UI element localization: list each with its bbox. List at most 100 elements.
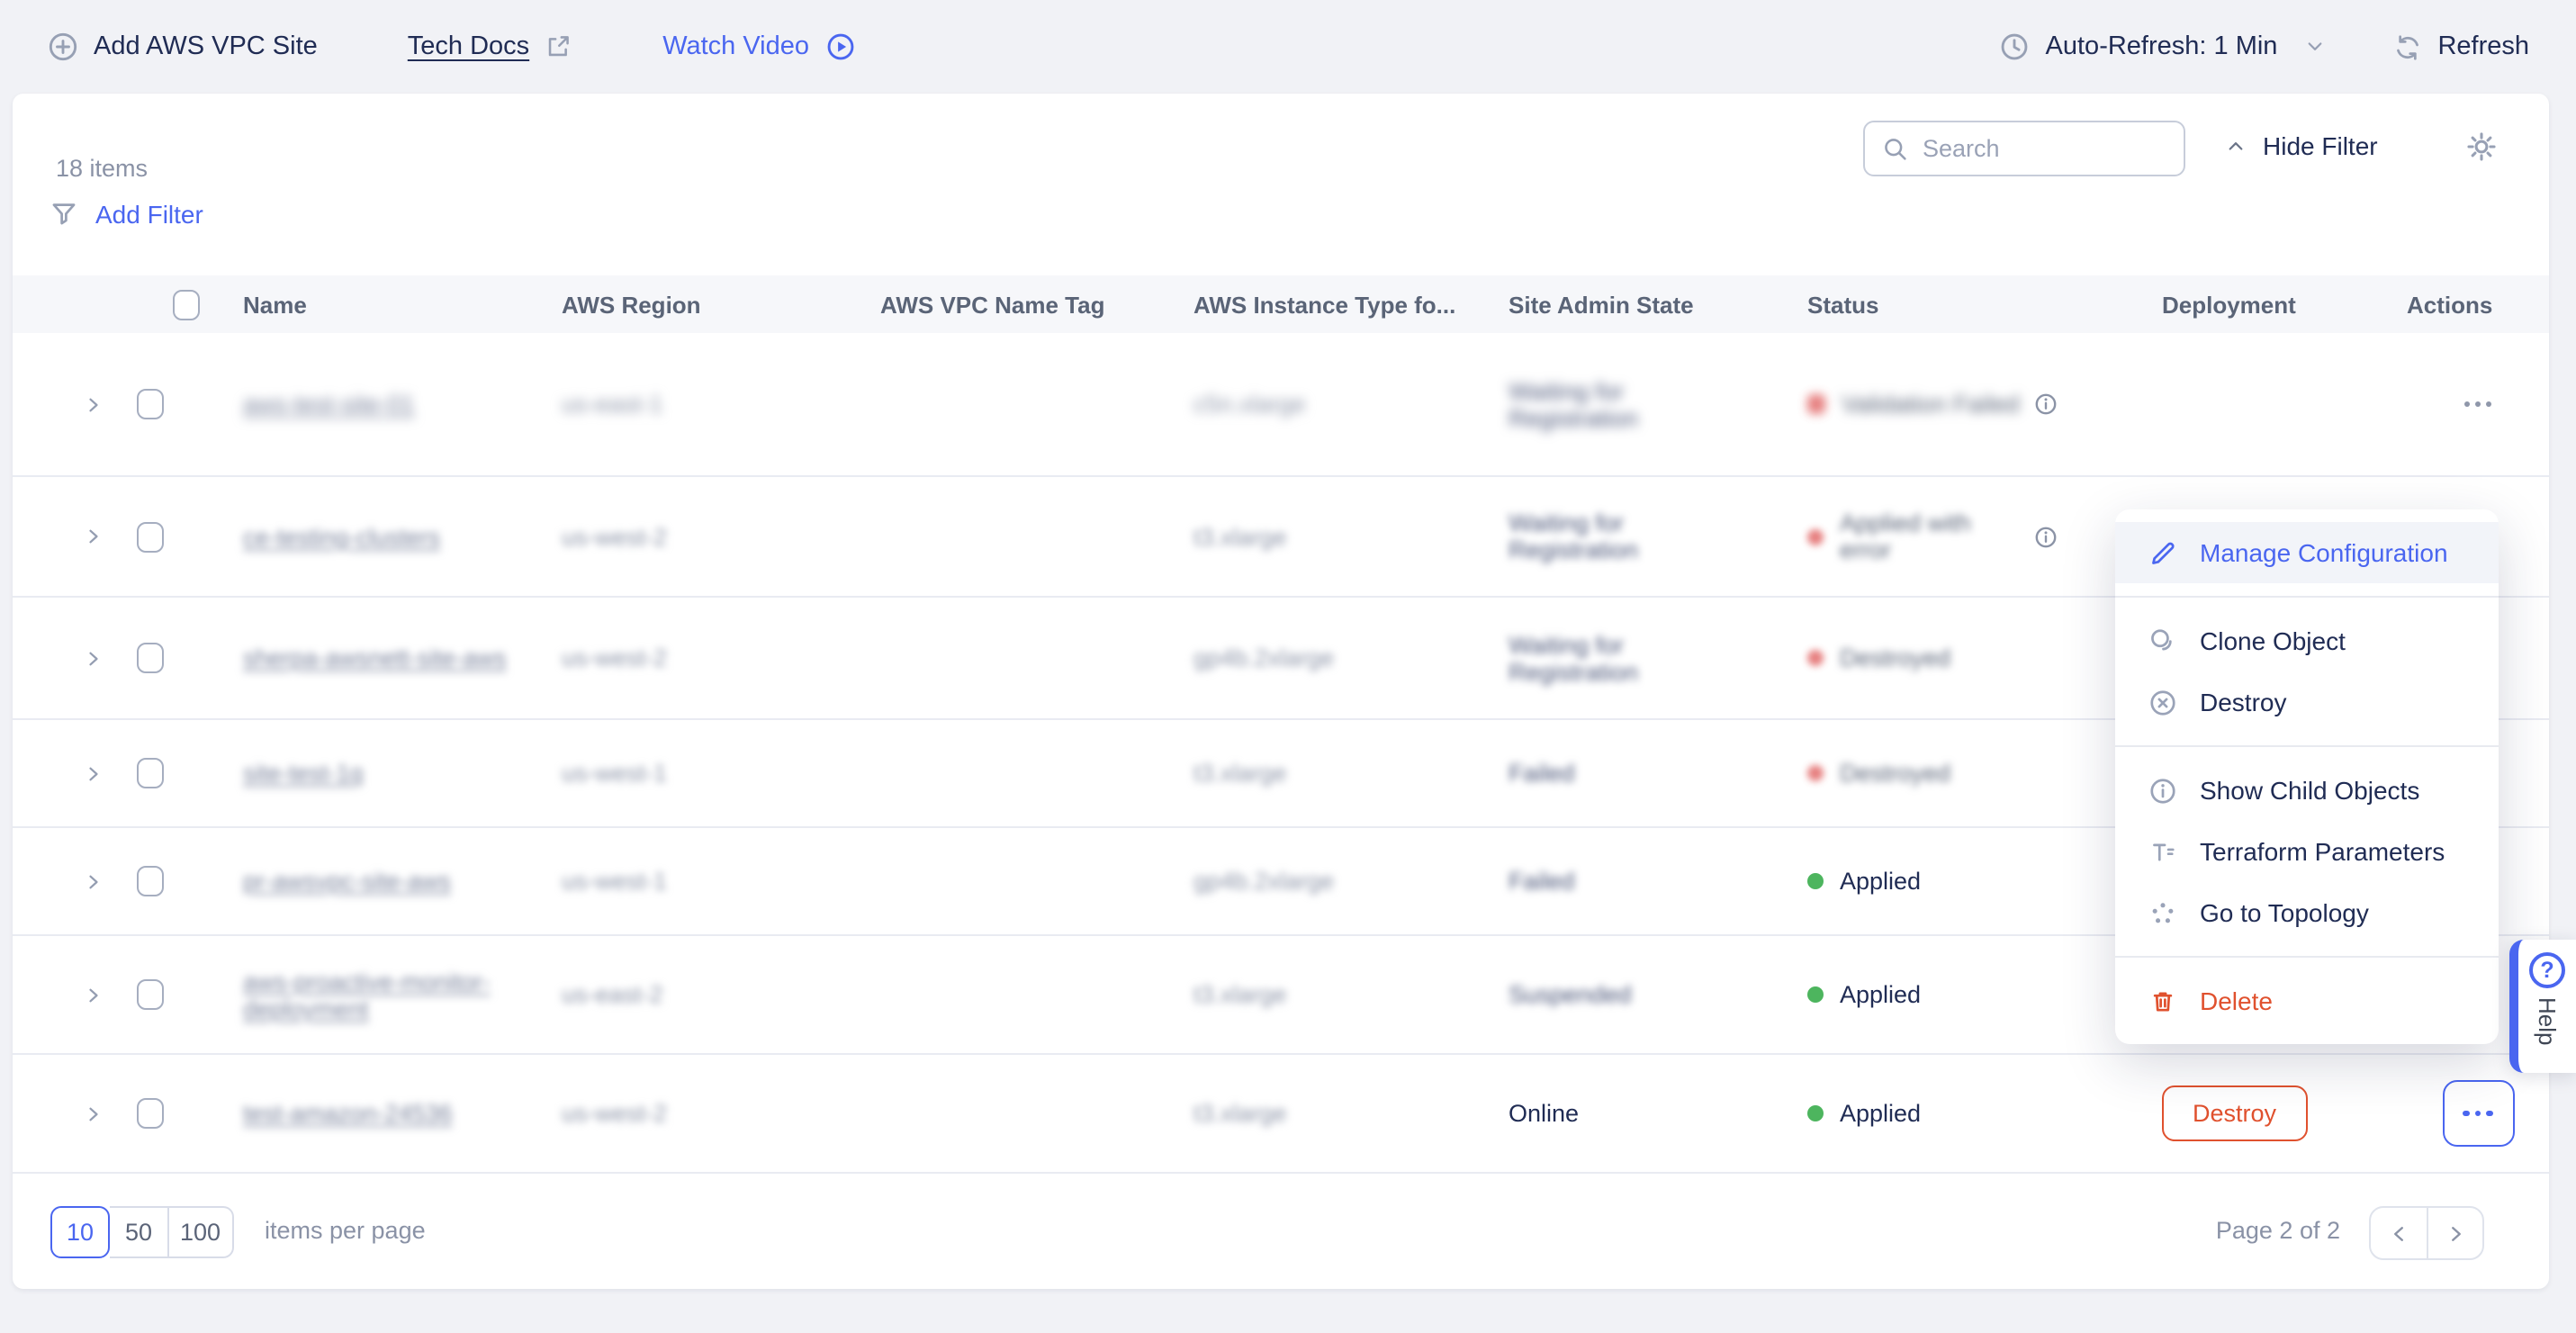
trash-icon (2148, 986, 2178, 1016)
row-checkbox[interactable] (137, 1098, 164, 1129)
hide-filter-toggle[interactable]: Hide Filter (2223, 131, 2378, 160)
site-name-link[interactable]: site-test-1q (243, 760, 364, 787)
next-page-button[interactable] (2427, 1208, 2482, 1258)
add-filter-button[interactable]: Add Filter (49, 198, 203, 229)
site-name-link[interactable]: aws-proactive-monitor-deployment (243, 968, 531, 1022)
help-tab[interactable]: ? Help (2509, 940, 2576, 1073)
site-admin-state-value: Waiting for Registration (1509, 631, 1689, 685)
expand-row-button[interactable] (81, 982, 106, 1007)
status-dot-icon (1807, 986, 1824, 1003)
circle-info-icon (2148, 775, 2178, 806)
row-checkbox[interactable] (137, 521, 164, 552)
select-all-checkbox[interactable] (172, 289, 199, 320)
column-header-status: Status (1807, 291, 2162, 318)
refresh-button[interactable]: Refresh (2392, 32, 2529, 62)
circle-plus-icon (47, 31, 79, 63)
column-header-aws-vpc-name-tag: AWS VPC Name Tag (880, 291, 1193, 318)
instance-type-value: t3.xlarge (1193, 760, 1287, 787)
menu-item-label: Go to Topology (2200, 898, 2369, 927)
menu-item-delete[interactable]: Delete (2115, 970, 2499, 1031)
deployment-cell: Destroy (2162, 1085, 2407, 1141)
status-value: Destroyed (1840, 644, 1950, 671)
status-cell: Applied with error (1807, 509, 2162, 563)
info-icon[interactable] (2032, 391, 2059, 418)
row-checkbox[interactable] (137, 643, 164, 673)
expand-row-button[interactable] (81, 1101, 106, 1126)
refresh-label: Refresh (2437, 32, 2529, 61)
row-actions-button-active[interactable] (2442, 1080, 2514, 1147)
status-cell: Destroyed (1807, 760, 2162, 787)
column-header-site-admin-state: Site Admin State (1509, 291, 1807, 318)
site-admin-state-value: Failed (1509, 868, 1575, 895)
menu-item-show-child-objects[interactable]: Show Child Objects (2115, 760, 2499, 821)
refresh-icon (2392, 32, 2423, 62)
site-name-link[interactable]: aws-test-site-01 (243, 391, 415, 418)
instance-type-value: t3.xlarge (1193, 981, 1287, 1008)
status-value: Validation Failed (1842, 391, 2020, 418)
destroy-button[interactable]: Destroy (2162, 1085, 2307, 1141)
menu-item-go-to-topology[interactable]: Go to Topology (2115, 882, 2499, 943)
prev-page-button[interactable] (2371, 1208, 2427, 1258)
tech-docs-link[interactable]: Tech Docs (408, 32, 572, 61)
row-checkbox[interactable] (137, 389, 164, 419)
column-header-aws-region: AWS Region (562, 291, 880, 318)
status-dot-icon (1807, 1105, 1824, 1121)
column-header-actions: Actions (2407, 291, 2549, 318)
search-input[interactable] (1923, 135, 2167, 162)
row-checkbox[interactable] (137, 866, 164, 896)
page-indicator: Page 2 of 2 (2216, 1217, 2340, 1244)
site-admin-state-value: Waiting for Registration (1509, 377, 1689, 431)
menu-item-label: Delete (2200, 986, 2273, 1015)
row-checkbox[interactable] (137, 979, 164, 1010)
search-box (1863, 121, 2185, 176)
status-cell: Applied (1807, 981, 2162, 1008)
watch-video-link[interactable]: Watch Video (662, 31, 856, 63)
gear-icon (2464, 130, 2499, 164)
aws-region-value: us-west-1 (562, 760, 667, 787)
site-name-link[interactable]: pr-awsvpc-site-aws (243, 868, 451, 895)
funnel-icon (49, 198, 79, 229)
page-size-50[interactable]: 50 (110, 1206, 169, 1258)
expand-row-button[interactable] (81, 392, 106, 417)
chevron-down-icon (2302, 34, 2328, 59)
site-admin-state-value: Online (1509, 1100, 1579, 1127)
menu-item-manage-configuration[interactable]: Manage Configuration (2115, 522, 2499, 583)
instance-type-value: c5n.xlarge (1193, 391, 1306, 418)
site-admin-state-value: Failed (1509, 760, 1575, 787)
expand-row-button[interactable] (81, 869, 106, 894)
add-aws-vpc-site-label: Add AWS VPC Site (94, 32, 318, 61)
actions-cell (2407, 1080, 2549, 1147)
site-name-link[interactable]: ce-testing-clusters (243, 523, 440, 550)
table-settings-button[interactable] (2464, 130, 2499, 164)
menu-item-destroy[interactable]: Destroy (2115, 671, 2499, 733)
watch-video-label: Watch Video (662, 32, 809, 61)
pencil-icon (2148, 537, 2178, 568)
info-icon[interactable] (2032, 523, 2059, 550)
column-header-name: Name (243, 291, 562, 318)
aws-region-value: us-west-2 (562, 644, 667, 671)
instance-type-value: gp4b.2xlarge (1193, 868, 1334, 895)
row-actions-button[interactable] (2463, 401, 2491, 407)
auto-refresh-dropdown[interactable]: Auto-Refresh: 1 Min (1999, 31, 2328, 63)
terraform-icon (2148, 836, 2178, 867)
page-size-100[interactable]: 100 (169, 1206, 233, 1258)
page-size-selector: 1050100 (52, 1206, 233, 1258)
site-name-link[interactable]: test-amazon-24536 (243, 1100, 453, 1127)
menu-item-clone-object[interactable]: Clone Object (2115, 610, 2499, 671)
question-circle-icon: ? (2529, 952, 2565, 988)
expand-row-button[interactable] (81, 524, 106, 549)
expand-row-button[interactable] (81, 761, 106, 786)
instance-type-value: t3.xlarge (1193, 1100, 1287, 1127)
pager (2369, 1206, 2484, 1260)
status-dot-icon (1807, 528, 1824, 545)
chevron-up-icon (2223, 133, 2248, 158)
menu-item-terraform-parameters[interactable]: Terraform Parameters (2115, 821, 2499, 882)
page-size-10[interactable]: 10 (50, 1206, 110, 1258)
row-checkbox[interactable] (137, 758, 164, 788)
add-aws-vpc-site-button[interactable]: Add AWS VPC Site (47, 31, 318, 63)
site-admin-state-value: Waiting for Registration (1509, 509, 1689, 563)
aws-region-value: us-east-1 (562, 391, 663, 418)
status-cell: Applied (1807, 868, 2162, 895)
site-name-link[interactable]: sherpa-awsnett-site-aws (243, 644, 507, 671)
expand-row-button[interactable] (81, 645, 106, 671)
